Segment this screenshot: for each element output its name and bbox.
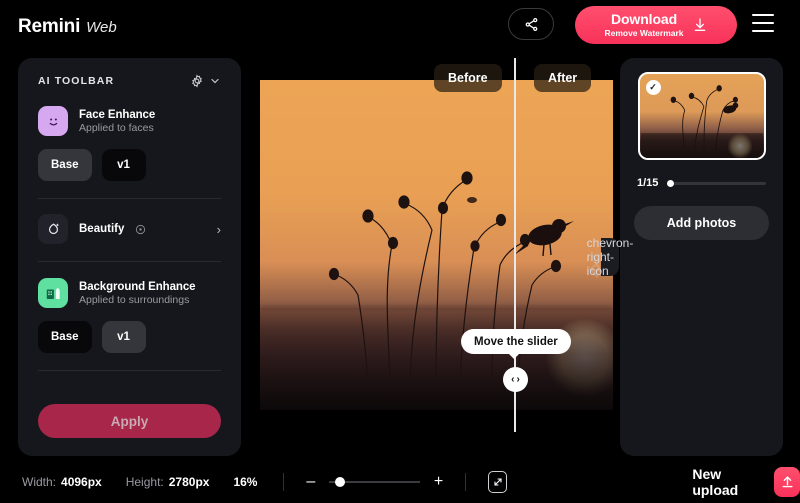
width-label: Width: [22, 474, 57, 489]
hamburger-line-2 [752, 22, 774, 24]
divider-3 [38, 370, 221, 371]
background-enhance-subtitle: Applied to surroundings [79, 293, 190, 306]
hamburger-menu-icon [752, 14, 774, 16]
handle-right-arrow-icon: › [516, 374, 520, 385]
face-enhance-option-base[interactable]: Base [38, 149, 92, 181]
background-enhance-option-v1[interactable]: v1 [101, 321, 146, 353]
after-label: After [534, 64, 592, 92]
face-icon [49, 117, 57, 125]
photo-thumbnail[interactable]: ✓ [637, 72, 766, 160]
download-labels: Download Remove Watermark [604, 12, 683, 38]
move-slider-tooltip: Move the slider [461, 329, 571, 359]
zoom-in-button[interactable]: + [434, 473, 443, 490]
brand-logo: Remini Web [18, 16, 117, 38]
upload-button[interactable] [774, 466, 800, 497]
image-compare-canvas[interactable]: Remini Remini Remini [260, 58, 613, 432]
height-value: 2780px [168, 474, 210, 489]
handle-left-arrow-icon: ‹ [511, 374, 515, 385]
brand-subtitle: Web [86, 19, 117, 36]
compare-slider-handle[interactable]: ‹ › [503, 367, 528, 392]
download-button[interactable]: Download Remove Watermark [575, 6, 737, 44]
separator-2 [465, 472, 467, 491]
hamburger-menu-button[interactable] [752, 14, 774, 32]
face-enhance-subtitle: Applied to faces [79, 121, 154, 134]
background-enhance-texts: Background Enhance Applied to surroundin… [79, 280, 196, 306]
ai-toolbar-panel: AI TOOLBAR Face Enhance Applied to faces… [18, 58, 241, 456]
ai-toolbar-header: AI TOOLBAR [38, 74, 221, 88]
beautify-chevron-right-icon[interactable]: › [217, 222, 221, 237]
building-icon [46, 287, 60, 299]
share-icon [525, 17, 537, 31]
brand-name: Remini [18, 16, 81, 37]
gear-icon[interactable] [190, 74, 204, 88]
face-enhance-option-v1[interactable]: v1 [101, 149, 146, 181]
add-photos-button[interactable]: Add photos [634, 206, 769, 240]
share-button[interactable] [508, 8, 554, 40]
zoom-slider-knob[interactable] [335, 476, 346, 487]
apply-button[interactable]: Apply [38, 404, 221, 438]
bottom-toolbar: Width: 4096px Height: 2780px 16% – + New… [0, 460, 800, 503]
zoom-percent-value: 16% [233, 474, 258, 489]
preview-photo: Remini Remini Remini [260, 80, 613, 410]
background-enhance-options: Base v1 [38, 321, 221, 353]
background-enhance-title: Background Enhance [79, 280, 196, 293]
ai-toolbar-title: AI TOOLBAR [38, 75, 115, 87]
thumbnail-selected-badge: ✓ [645, 80, 661, 95]
beautify-row[interactable]: Beautify › [38, 214, 221, 244]
face-enhance-row: Face Enhance Applied to faces [38, 106, 221, 136]
divider-2 [38, 261, 221, 262]
expand-diagonal-icon [494, 477, 502, 486]
before-label: Before [434, 64, 502, 92]
photos-panel: ✓ 1/15 Add photos [620, 58, 783, 456]
beautify-icon-wrap [38, 214, 68, 244]
face-enhance-title: Face Enhance [79, 108, 156, 121]
width-info: Width: 4096px [22, 475, 102, 489]
background-enhance-row: Background Enhance Applied to surroundin… [38, 278, 221, 308]
face-enhance-icon-wrap [38, 106, 68, 136]
remini-web-app: Remini Web Download Remove Watermark AI … [0, 0, 800, 503]
face-enhance-texts: Face Enhance Applied to faces [79, 109, 155, 134]
fit-to-screen-button[interactable] [488, 470, 508, 493]
divider-1 [38, 198, 221, 199]
ai-toolbar-header-actions [190, 74, 221, 88]
photo-scroll-knob[interactable] [667, 179, 675, 187]
info-icon[interactable] [135, 224, 146, 235]
height-label: Height: [125, 474, 164, 489]
zoom-out-button[interactable]: – [306, 473, 315, 490]
download-arrow-icon [694, 18, 705, 31]
photo-counter-label: 1/15 [637, 177, 659, 189]
background-enhance-option-base[interactable]: Base [38, 321, 92, 353]
app-header: Remini Web Download Remove Watermark [0, 0, 800, 55]
expand-panel-tab[interactable]: chevron-right-icon [587, 236, 634, 278]
chevron-down-icon[interactable] [209, 75, 221, 87]
photo-counter-row: 1/15 [634, 177, 769, 189]
download-main-label: Download [610, 11, 678, 28]
face-enhance-options: Base v1 [38, 149, 221, 181]
separator-1 [283, 472, 285, 491]
height-info: Height: 2780px [126, 475, 210, 489]
new-upload-label[interactable]: New upload [692, 466, 760, 498]
download-sub-label: Remove Watermark [604, 28, 684, 39]
zoom-slider-track[interactable] [329, 476, 420, 487]
plant-silhouette [328, 171, 574, 386]
beautify-label: Beautify [79, 223, 125, 235]
upload-icon [782, 476, 793, 488]
beautify-sparkle-icon [48, 222, 59, 234]
photo-scroll-track[interactable] [667, 179, 766, 187]
width-value: 4096px [61, 474, 102, 489]
background-enhance-icon-wrap [38, 278, 68, 308]
hamburger-line-3 [752, 30, 774, 32]
